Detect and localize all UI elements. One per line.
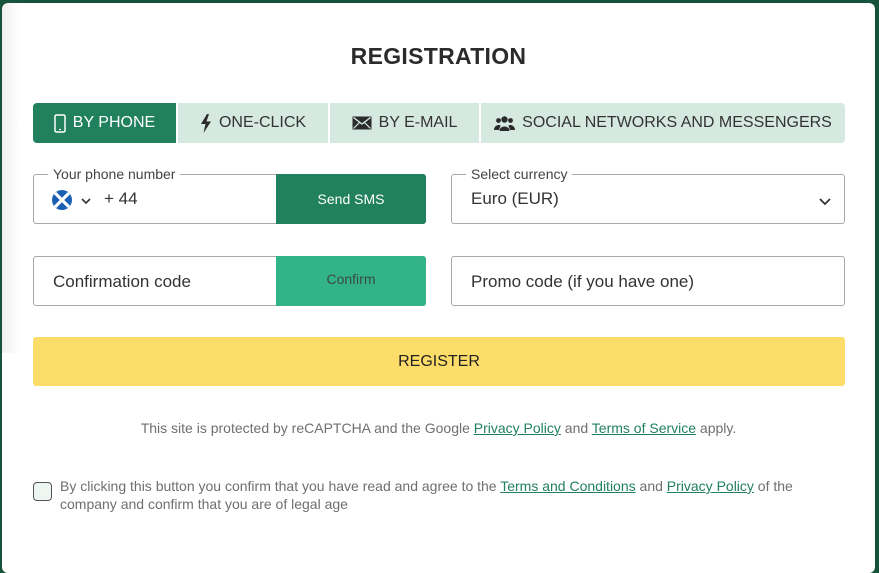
chevron-down-icon — [818, 193, 832, 211]
currency-label: Select currency — [466, 165, 573, 183]
mobile-phone-icon — [54, 113, 66, 133]
confirm-button[interactable]: Confirm — [276, 256, 426, 306]
users-group-icon — [494, 115, 516, 131]
recaptcha-text: apply. — [696, 420, 737, 436]
lightning-bolt-icon — [200, 113, 212, 133]
agreement-text: By clicking this button you confirm that… — [60, 477, 848, 513]
agreement-checkbox[interactable] — [33, 482, 52, 501]
agreement-text-part: and — [635, 478, 667, 494]
currency-selected-value: Euro (EUR) — [471, 189, 559, 208]
country-chevron-down-icon[interactable] — [80, 192, 92, 210]
recaptcha-text: This site is protected by reCAPTCHA and … — [140, 420, 474, 436]
google-privacy-policy-link[interactable]: Privacy Policy — [474, 420, 561, 436]
register-button[interactable]: REGISTER — [33, 337, 845, 386]
tab-label: ONE-CLICK — [218, 114, 307, 131]
scotland-flag-icon[interactable] — [52, 190, 72, 215]
dial-code-input[interactable]: + 44 — [104, 189, 138, 209]
confirmation-code-input[interactable]: Confirmation code Confirm — [33, 256, 426, 306]
tab-social-networks[interactable]: SOCIAL NETWORKS AND MESSENGERS — [481, 103, 845, 143]
tab-label: BY E-MAIL — [378, 114, 458, 131]
recaptcha-text: and — [560, 420, 592, 436]
agreement-text-part: By clicking this button you confirm that… — [60, 478, 501, 494]
google-terms-of-service-link[interactable]: Terms of Service — [592, 420, 696, 436]
envelope-icon — [352, 116, 372, 130]
terms-and-conditions-link[interactable]: Terms and Conditions — [500, 478, 635, 494]
registration-tabs: BY PHONE ONE-CLICK BY E-MAIL SOCIAL NETW… — [33, 103, 845, 143]
phone-number-field: Your phone number + 44 Send SMS — [33, 165, 426, 224]
currency-select[interactable]: Select currency Euro (EUR) — [451, 165, 845, 224]
page-title: REGISTRATION — [350, 43, 527, 69]
phone-number-label: Your phone number — [48, 165, 181, 183]
tab-label: SOCIAL NETWORKS AND MESSENGERS — [522, 114, 832, 131]
tab-by-phone[interactable]: BY PHONE — [33, 103, 178, 143]
send-sms-button[interactable]: Send SMS — [276, 174, 426, 224]
promo-code-placeholder: Promo code (if you have one) — [471, 272, 695, 291]
privacy-policy-link[interactable]: Privacy Policy — [667, 478, 754, 494]
tab-one-click[interactable]: ONE-CLICK — [178, 103, 330, 143]
tab-by-email[interactable]: BY E-MAIL — [330, 103, 481, 143]
agreement-row: By clicking this button you confirm that… — [33, 477, 848, 513]
confirmation-code-placeholder: Confirmation code — [53, 272, 191, 291]
registration-modal: REGISTRATION BY PHONE ONE-CLICK BY E-MAI… — [2, 3, 875, 573]
promo-code-input[interactable]: Promo code (if you have one) — [451, 256, 845, 306]
recaptcha-notice: This site is protected by reCAPTCHA and … — [2, 420, 875, 436]
tab-label: BY PHONE — [72, 114, 156, 131]
